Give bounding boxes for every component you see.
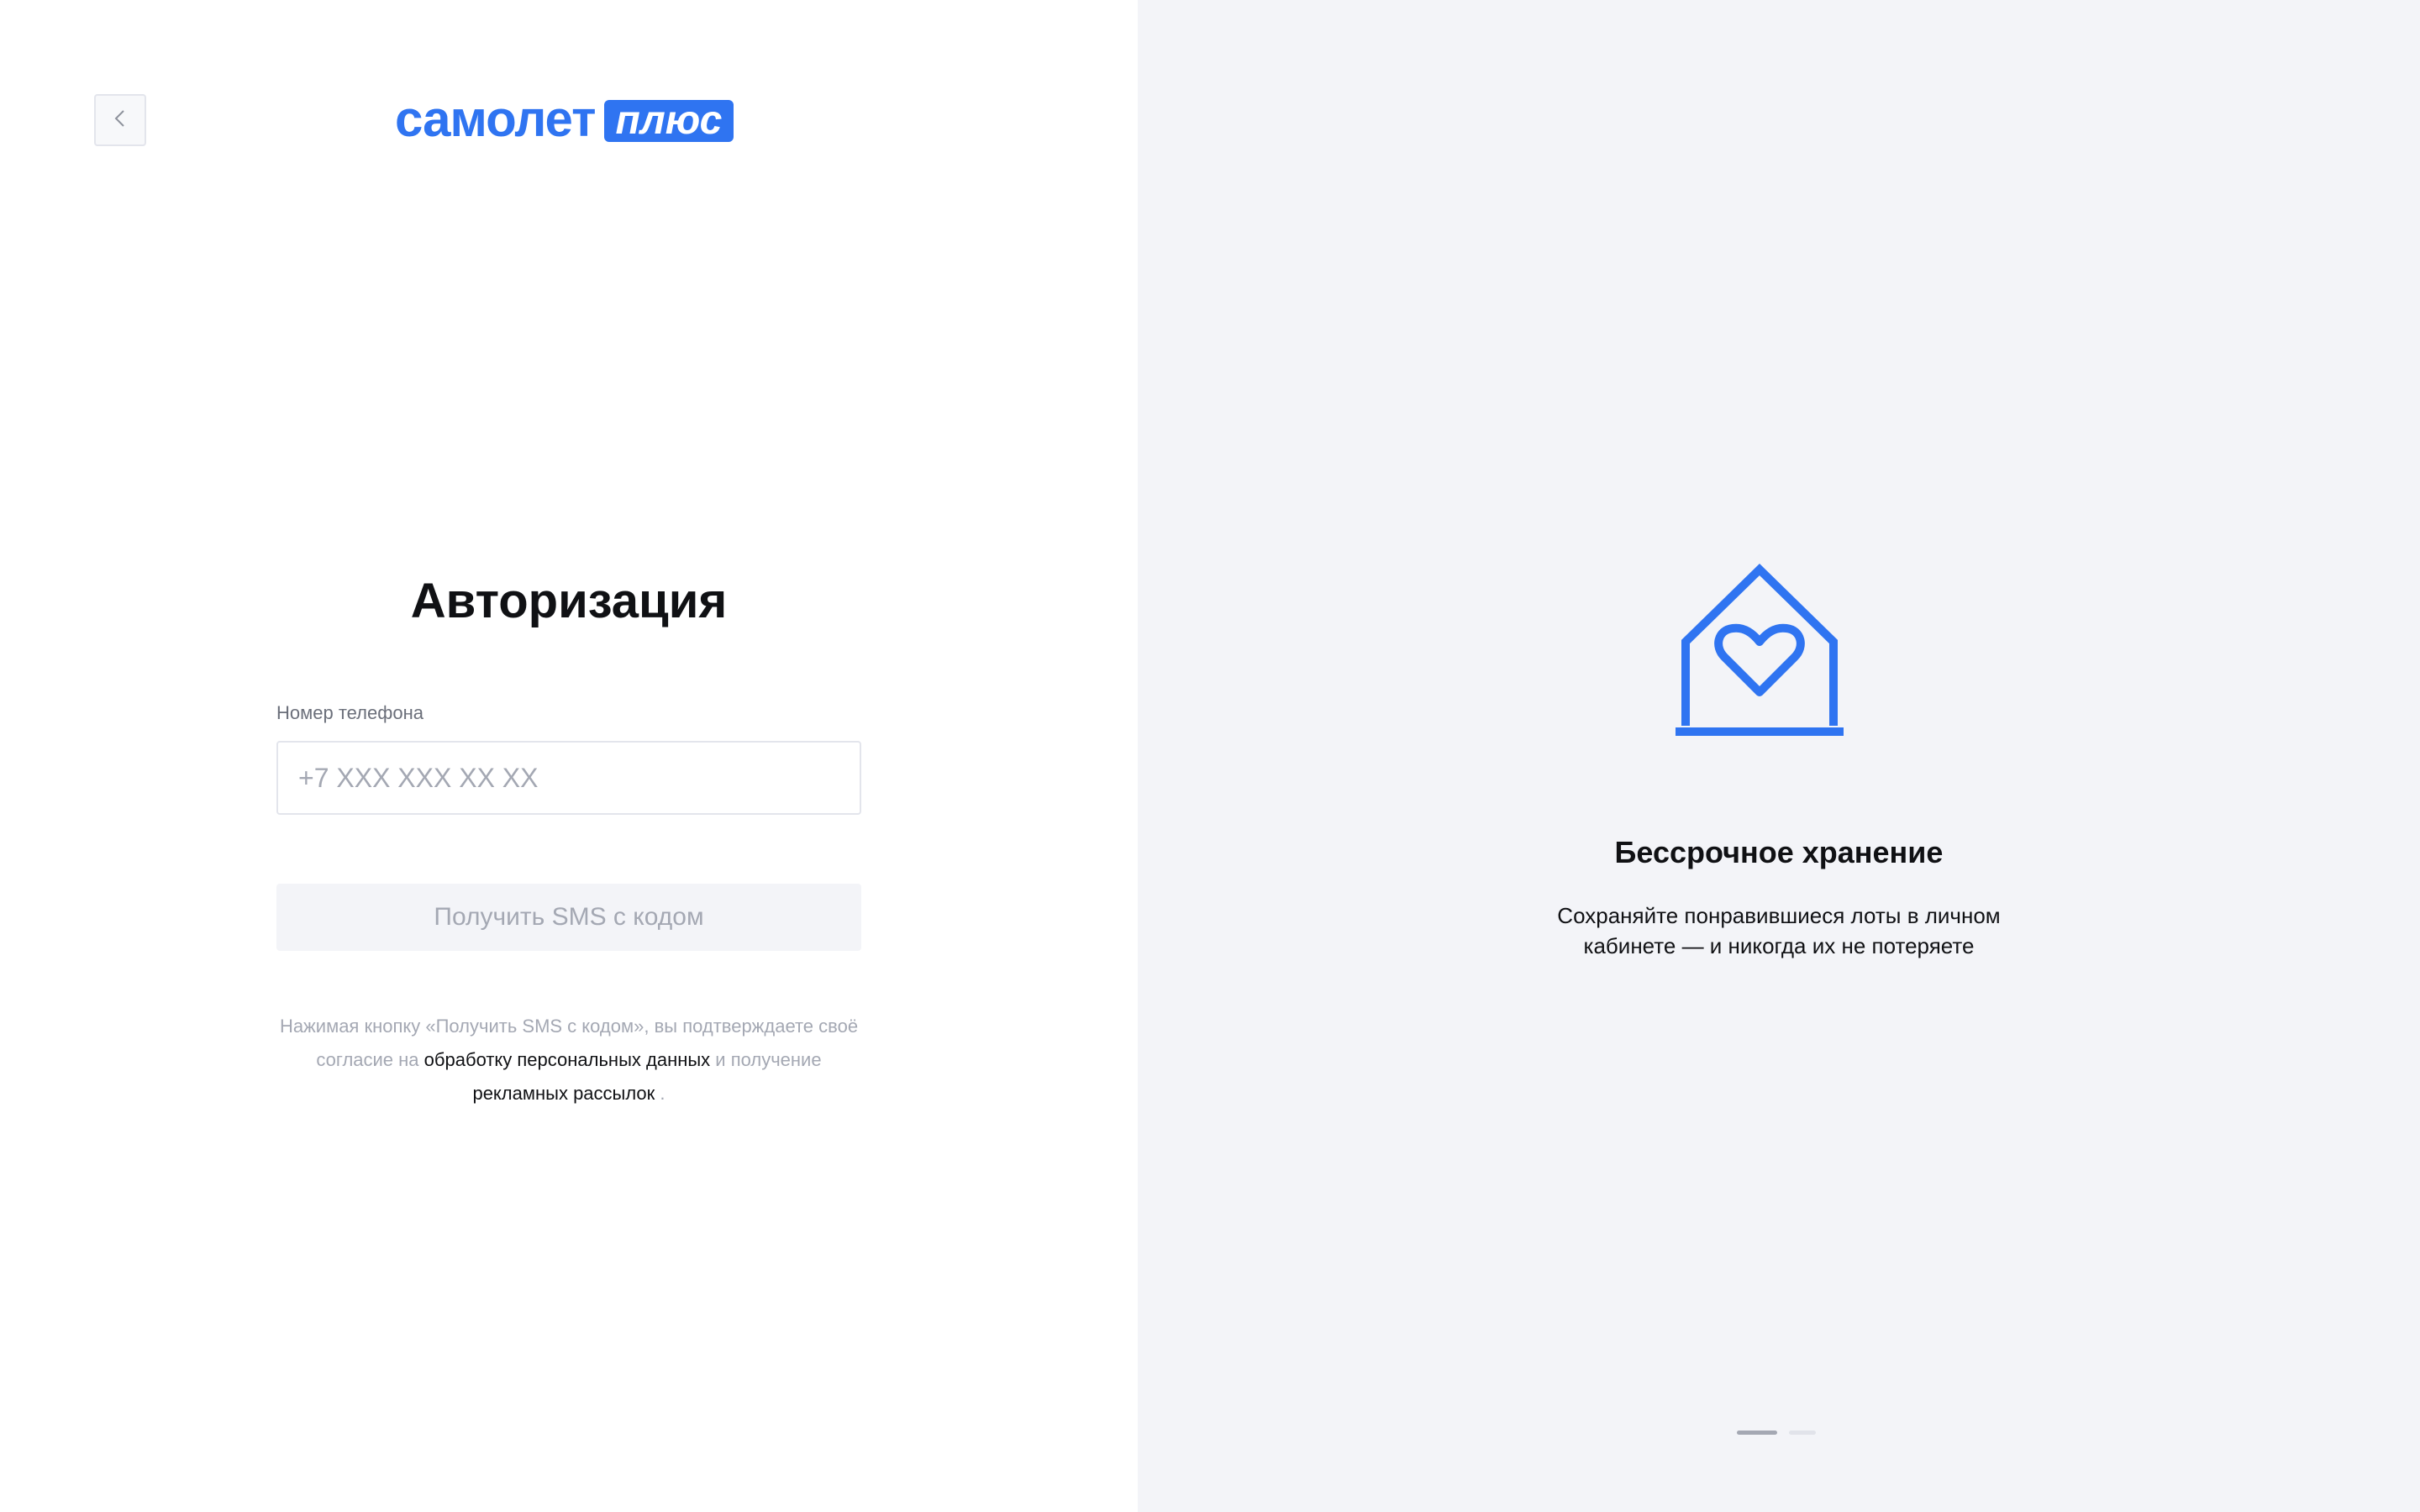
house-heart-icon [1676,561,1844,739]
chevron-left-icon [109,108,131,134]
samolet-plus-logo[interactable]: самолет плюс [395,94,734,144]
get-sms-code-button[interactable]: Получить SMS с кодом [276,884,861,951]
consent-middle: и получение [710,1049,822,1070]
consent-text: Нажимая кнопку «Получить SMS с кодом», в… [276,1010,861,1110]
logo-word: самолет [395,91,597,147]
promo-panel: Бессрочное хранение Сохраняйте понравивш… [1138,0,2420,1512]
logo-badge: плюс [603,100,734,142]
slide-indicator-1[interactable] [1737,1431,1777,1435]
auth-panel: самолет плюс Авторизация Номер телефона … [0,0,1138,1512]
auth-page: самолет плюс Авторизация Номер телефона … [0,0,2420,1512]
consent-suffix: . [655,1083,666,1104]
phone-label: Номер телефона [276,702,424,723]
promo-description: Сохраняйте понравившиеся лоты в личном к… [1557,903,2001,958]
slide-indicator-2[interactable] [1789,1431,1816,1435]
personal-data-link[interactable]: обработку персональных данных [424,1049,711,1070]
page-title: Авторизация [410,574,728,628]
promo-title: Бессрочное хранение [1614,835,1944,869]
back-button[interactable] [94,94,146,146]
phone-input[interactable] [276,741,861,815]
slider-pagination [1737,1431,1816,1435]
ads-consent-link[interactable]: рекламных рассылок [472,1083,655,1104]
